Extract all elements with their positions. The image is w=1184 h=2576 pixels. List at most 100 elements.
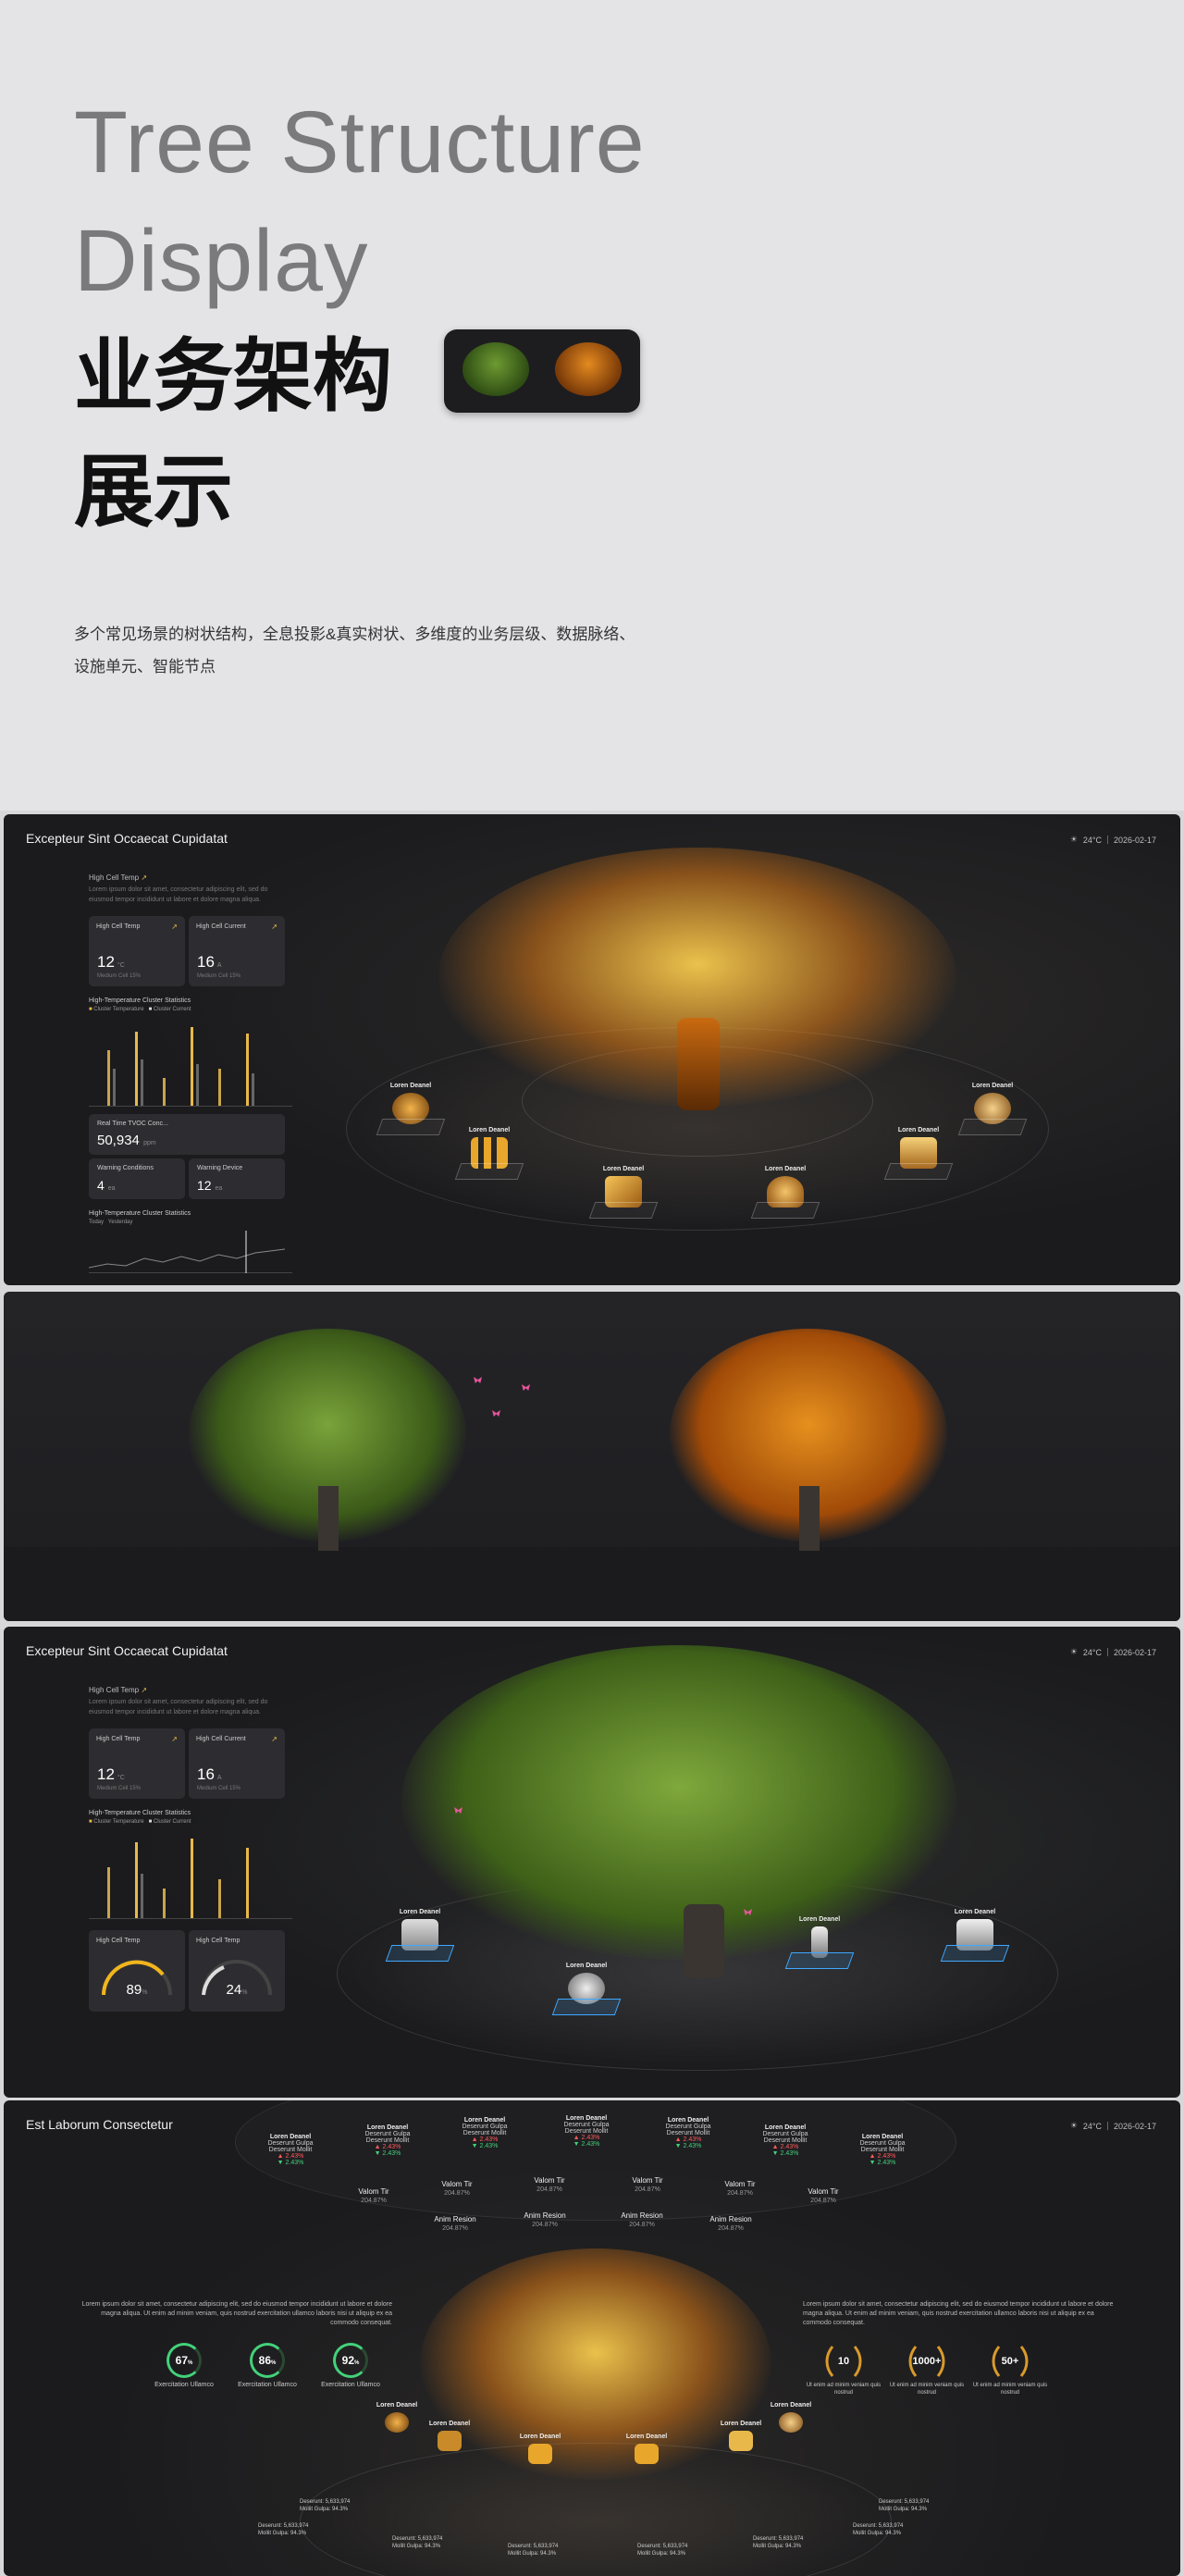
bar-chart	[89, 1830, 292, 1919]
bar	[107, 1867, 110, 1918]
temperature: 24°C	[1082, 2121, 1102, 2131]
weather-widget: ☀ 24°C 2026-02-17	[1070, 2121, 1156, 2131]
warning-device-card[interactable]: Warning Device 12 ea	[189, 1158, 285, 1199]
weather-widget: ☀ 24°C 2026-02-17	[1070, 1647, 1156, 1657]
node-camera[interactable]: Loren Deanel	[545, 1963, 628, 2015]
brain-icon	[779, 2412, 803, 2433]
bar	[218, 1879, 221, 1918]
section-sub: Lorem ipsum dolor sit amet, consectetur …	[89, 886, 268, 903]
sun-icon: ☀	[1069, 2121, 1078, 2130]
arrow-icon: ↗	[141, 873, 148, 882]
chart2-title: High-Temperature Cluster Statistics	[89, 1210, 191, 1217]
ground	[4, 1547, 1180, 1621]
node-cube[interactable]: Loren Deanel	[582, 1166, 665, 1219]
card-title: High Cell Temp	[96, 923, 141, 930]
ring-item[interactable]: Loren Deanel Deserunt Gulpa Deserunt Molli…	[647, 2117, 730, 2149]
sphere-icon	[385, 2412, 409, 2433]
anim-item[interactable]: Anim Resion 204.87%	[418, 2215, 492, 2232]
ring-item[interactable]: Loren Deanel Deserunt Gulpa Deserunt Molli…	[443, 2117, 526, 2149]
divider	[1106, 836, 1108, 844]
ring-item[interactable]: Loren Deanel Deserunt Gulpa Deserunt Molli…	[841, 2134, 924, 2166]
bar-icon	[438, 2431, 462, 2451]
bar	[191, 1027, 193, 1106]
temperature: 24°C	[1082, 835, 1102, 845]
node-brain[interactable]: Loren Deanel	[749, 2402, 832, 2433]
cube-icon	[528, 2444, 552, 2464]
stat-label: Deserunt: 5,633,974 Mollit Gulpa: 94.3%	[753, 2536, 804, 2549]
node-bars[interactable]: Loren Deanel	[408, 2421, 491, 2451]
bar	[196, 1064, 199, 1106]
trees-showcase	[4, 1292, 1180, 1621]
node-cloud[interactable]: Loren Deanel	[744, 1166, 827, 1219]
valom-item[interactable]: Valom Tir 204.87%	[703, 2180, 777, 2197]
node-cloud[interactable]: Loren Deanel	[605, 2434, 688, 2464]
arrow-icon: ↗	[141, 1686, 148, 1694]
chart-legend: ■ Cluster Temperature ■ Cluster Current	[89, 1819, 191, 1825]
butterfly-icon	[474, 1377, 482, 1383]
node-robot[interactable]: Loren Deanel	[778, 1916, 861, 1969]
cell-current-card[interactable]: High Cell Current ↗ 16 A Medium Cell 15%	[189, 1728, 285, 1799]
hero-title-en: Tree Structure Display	[74, 93, 646, 310]
gauge-card[interactable]: High Cell Temp 89%	[89, 1930, 185, 2012]
anim-item[interactable]: Anim Resion 204.87%	[605, 2211, 679, 2228]
realtime-card[interactable]: Real Time TVOC Conc... 50,934 ppm	[89, 1114, 285, 1155]
valom-item[interactable]: Valom Tir 204.87%	[786, 2187, 860, 2204]
node-bars[interactable]: Loren Deanel	[448, 1127, 531, 1180]
tree-thumbnail-card[interactable]	[444, 329, 640, 413]
bar	[135, 1842, 138, 1918]
ring-item[interactable]: Loren Deanel Deserunt Gulpa Deserunt Molli…	[744, 2124, 827, 2157]
node-safe[interactable]: Loren Deanel	[378, 1909, 462, 1962]
stat-label: Deserunt: 5,633,974 Mollit Gulpa: 94.3%	[392, 2536, 443, 2549]
bar	[113, 1069, 116, 1106]
bar	[163, 1889, 166, 1918]
card-value: 12 °C	[97, 953, 125, 971]
cloud-icon	[635, 2444, 659, 2464]
card-value: 16 A	[197, 953, 222, 971]
cell-temp-card[interactable]: High Cell Temp ↗ 12 °C Medium Cell 15%	[89, 916, 185, 986]
date: 2026-02-17	[1113, 835, 1156, 845]
section-label: High Cell Temp ↗	[89, 873, 148, 882]
node-building[interactable]: Loren Deanel	[877, 1127, 960, 1180]
ring-item[interactable]: Loren Deanel Deserunt Gulpa Deserunt Molli…	[545, 2115, 628, 2148]
anim-item[interactable]: Anim Resion 204.87%	[508, 2211, 582, 2228]
cell-current-card[interactable]: High Cell Current ↗ 16 A Medium Cell 15%	[189, 916, 285, 986]
bar	[141, 1059, 143, 1106]
valom-item[interactable]: Valom Tir 204.87%	[337, 2187, 411, 2204]
valom-item[interactable]: Valom Tir 204.87%	[610, 2176, 684, 2193]
bar	[246, 1034, 249, 1106]
butterfly-icon	[522, 1384, 530, 1391]
node-server[interactable]: Loren Deanel	[933, 1909, 1017, 1962]
sun-icon: ☀	[1069, 835, 1078, 844]
node-cube[interactable]: Loren Deanel	[499, 2434, 582, 2464]
line-chart-svg	[88, 1231, 286, 1273]
arrow-icon: ↗	[171, 1735, 178, 1743]
warning-card[interactable]: Warning Conditions 4 ea	[89, 1158, 185, 1199]
card-sub: Medium Cell 15%	[197, 973, 241, 979]
section-label: High Cell Temp ↗	[89, 1686, 148, 1694]
card-title: High Cell Current	[196, 923, 246, 930]
left-stats-panel: High Cell Temp ↗ Lorem ipsum dolor sit a…	[89, 1686, 292, 2012]
ring-item[interactable]: Loren Deanel Deserunt Gulpa Deserunt Molli…	[249, 2134, 332, 2166]
bar	[252, 1073, 254, 1106]
sun-icon: ☀	[1069, 1647, 1078, 1656]
arrow-icon: ↗	[271, 1735, 278, 1743]
ring-item[interactable]: Loren Deanel Deserunt Gulpa Deserunt Molli…	[346, 2124, 429, 2157]
valom-item[interactable]: Valom Tir 204.87%	[512, 2176, 586, 2193]
bar	[163, 1078, 166, 1106]
node-brain[interactable]: Loren Deanel	[951, 1083, 1034, 1135]
line-chart	[88, 1231, 292, 1273]
building-icon	[729, 2431, 753, 2451]
panel-title: Est Laborum Consectetur	[26, 2117, 173, 2132]
valom-item[interactable]: Valom Tir 204.87%	[420, 2180, 494, 2197]
chart2-legend: Today Yesterday	[89, 1220, 133, 1225]
anim-item[interactable]: Anim Resion 204.87%	[694, 2215, 768, 2232]
golden-tree-dashboard: Excepteur Sint Occaecat Cupidatat ☀ 24°C…	[4, 814, 1180, 1285]
cell-temp-card[interactable]: High Cell Temp ↗ 12 °C Medium Cell 15%	[89, 1728, 185, 1799]
gauge-card[interactable]: High Cell Temp 24%	[189, 1930, 285, 2012]
left-paragraph: Lorem ipsum dolor sit amet, consectetur …	[81, 2301, 392, 2326]
arrow-icon: ↗	[171, 923, 178, 931]
hero-title-cn: 业务架构 展示	[74, 332, 392, 537]
arrow-icon: ↗	[271, 923, 278, 931]
node-sphere[interactable]: Loren Deanel	[369, 1083, 452, 1135]
stat-label: Deserunt: 5,633,974 Mollit Gulpa: 94.3%	[637, 2544, 688, 2557]
